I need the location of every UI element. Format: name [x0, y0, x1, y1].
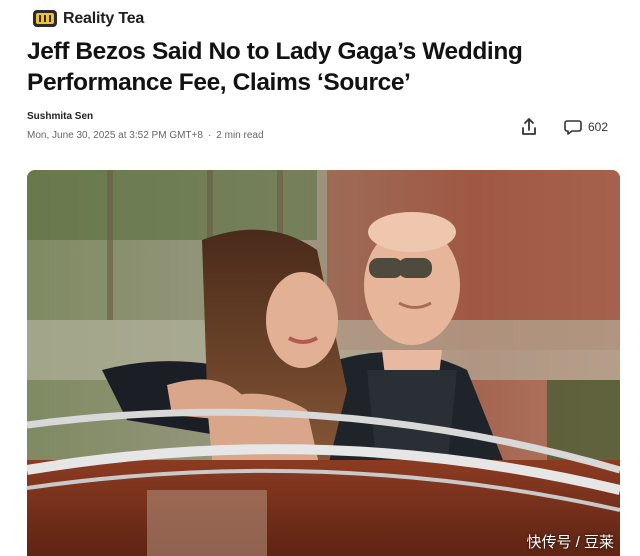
share-button[interactable]: [519, 117, 539, 137]
read-time: 2 min read: [216, 130, 264, 141]
article-photo: 快传号 / 豆莱: [27, 170, 620, 556]
comment-icon: [564, 120, 582, 135]
article-meta: Mon, June 30, 2025 at 3:52 PM GMT+8 · 2 mi…: [27, 130, 264, 141]
comment-count: 602: [588, 120, 609, 134]
watermark-text: 快传号 / 豆莱: [526, 534, 614, 551]
comment-button[interactable]: 602: [564, 118, 608, 136]
site-brand[interactable]: Reality Tea: [32, 8, 144, 30]
publish-date: Mon, June 30, 2025 at 3:52 PM GMT+8: [27, 130, 203, 141]
article-headline: Jeff Bezos Said No to Lady Gaga’s Weddin…: [27, 38, 523, 96]
author-name[interactable]: Sushmita Sen: [27, 111, 93, 122]
meta-separator: ·: [207, 130, 212, 141]
tv-screen-icon: [33, 10, 57, 27]
site-name: Reality Tea: [63, 10, 145, 27]
share-icon: [522, 118, 536, 135]
article-photo-illustration: [27, 170, 620, 556]
